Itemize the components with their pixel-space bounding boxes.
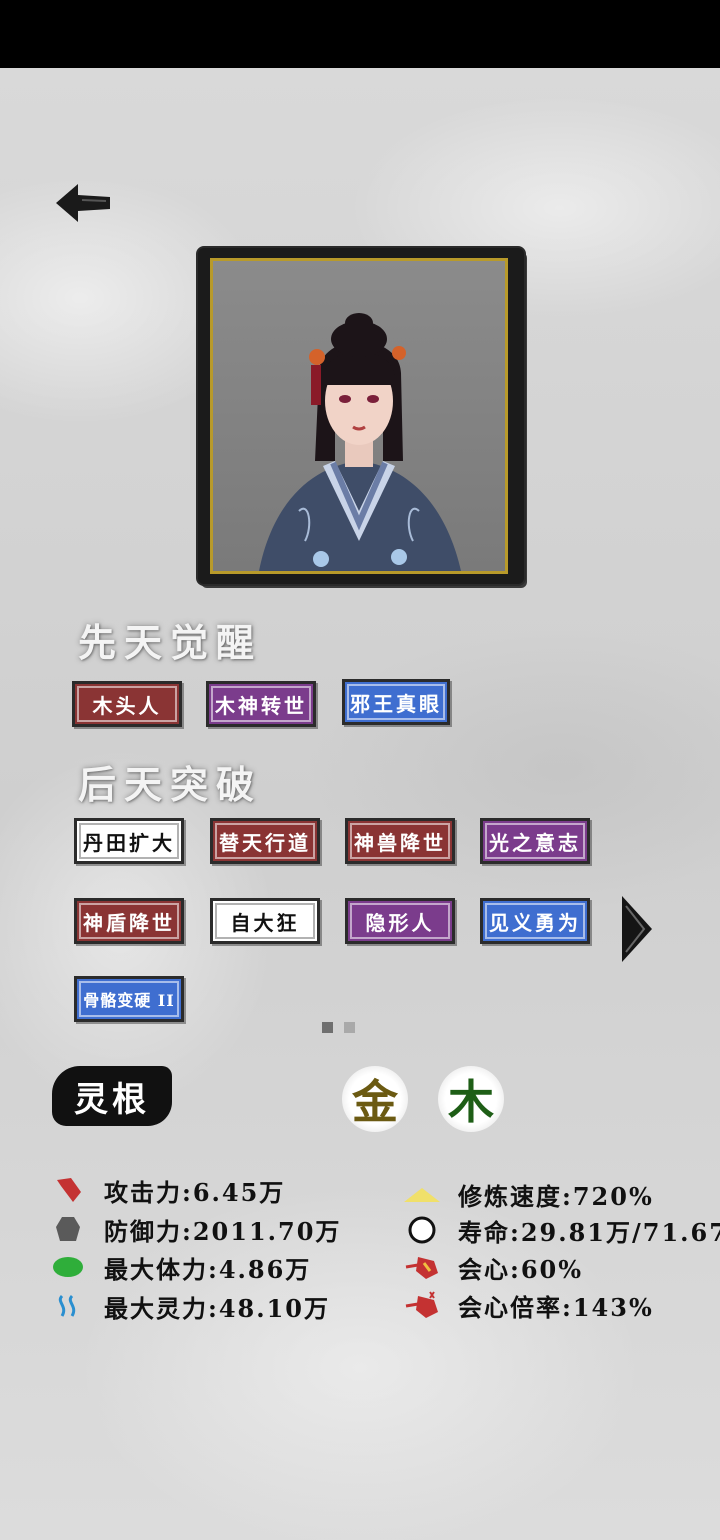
element-char: 金: [352, 1075, 398, 1129]
page-indicator-dot-active: [322, 1022, 333, 1033]
stat-lifespan: 寿命:29.81万/71.67万: [402, 1212, 720, 1248]
acquired-tag[interactable]: 替天行道: [210, 818, 320, 864]
acquired-breakthrough-title: 后天突破: [78, 762, 263, 807]
tag-label: 丹田扩大: [83, 830, 175, 855]
stat-text: 寿命:29.81万/71.67万: [458, 1217, 720, 1247]
tag-label: 替天行道: [219, 830, 311, 855]
tag-label: 隐形人: [365, 910, 435, 935]
back-arrow-icon[interactable]: [52, 178, 114, 228]
element-badge-metal: 金: [342, 1066, 408, 1132]
element-badge-wood: 木: [438, 1066, 504, 1132]
spirit-root-label: 灵根: [52, 1066, 172, 1126]
stat-defense: 防御力:2011.70万: [48, 1211, 341, 1247]
stat-attack: 攻击力:6.45万: [48, 1172, 285, 1208]
lifespan-icon: [402, 1212, 442, 1248]
tag-label: 邪王真眼: [350, 691, 442, 716]
stat-text: 最大灵力:48.10万: [104, 1293, 331, 1323]
acquired-tag[interactable]: 神兽降世: [345, 818, 455, 864]
acquired-tag[interactable]: 神盾降世: [74, 898, 184, 944]
acquired-tag[interactable]: 隐形人: [345, 898, 455, 944]
tag-label: 神盾降世: [83, 910, 175, 935]
acquired-tag[interactable]: 见义勇为: [480, 898, 590, 944]
stat-text: 防御力:2011.70万: [104, 1216, 342, 1246]
innate-tag[interactable]: 邪王真眼: [342, 679, 450, 725]
acquired-tag[interactable]: 光之意志: [480, 818, 590, 864]
character-portrait: [210, 258, 508, 574]
tag-label: 光之意志: [489, 830, 581, 855]
stat-max-health: 最大体力:4.86万: [48, 1249, 311, 1285]
next-page-arrow-icon[interactable]: [620, 894, 654, 964]
stat-text: 最大体力:4.86万: [104, 1254, 312, 1284]
tag-label: 神兽降世: [354, 830, 446, 855]
stat-cultivation-speed: 修炼速度:720%: [402, 1176, 654, 1212]
acquired-tag[interactable]: 自大狂: [210, 898, 320, 944]
critical-icon: [402, 1249, 442, 1285]
innate-tag[interactable]: 木头人: [72, 681, 182, 727]
innate-tag[interactable]: 木神转世: [206, 681, 316, 727]
stat-max-spirit: 最大灵力:48.10万: [48, 1288, 330, 1324]
tag-label: 骨骼变硬 II: [83, 991, 175, 1010]
attack-icon: [48, 1172, 88, 1208]
defense-icon: [48, 1211, 88, 1247]
innate-awakening-title: 先天觉醒: [78, 620, 263, 665]
tag-label: 木头人: [92, 693, 162, 718]
stat-text: 修炼速度:720%: [458, 1181, 654, 1211]
spirit-icon: [48, 1288, 88, 1324]
tag-label: 木神转世: [215, 693, 307, 718]
element-char: 木: [448, 1075, 494, 1129]
tag-label: 见义勇为: [489, 910, 581, 935]
status-bar: [0, 0, 720, 68]
critical-multiplier-icon: [402, 1287, 442, 1323]
stat-text: 会心倍率:143%: [458, 1292, 654, 1322]
stat-critical-multiplier: 会心倍率:143%: [402, 1287, 654, 1323]
stat-critical: 会心:60%: [402, 1249, 583, 1285]
health-icon: [48, 1249, 88, 1285]
character-illustration: [259, 313, 461, 571]
page-indicator-dot: [344, 1022, 355, 1033]
stat-text: 攻击力:6.45万: [104, 1177, 286, 1207]
acquired-tag[interactable]: 骨骼变硬 II: [74, 976, 184, 1022]
tag-label: 自大狂: [230, 910, 300, 935]
stat-text: 会心:60%: [458, 1254, 584, 1284]
character-portrait-frame: [198, 248, 524, 584]
acquired-tag[interactable]: 丹田扩大: [74, 818, 184, 864]
cultivation-speed-icon: [402, 1176, 442, 1212]
